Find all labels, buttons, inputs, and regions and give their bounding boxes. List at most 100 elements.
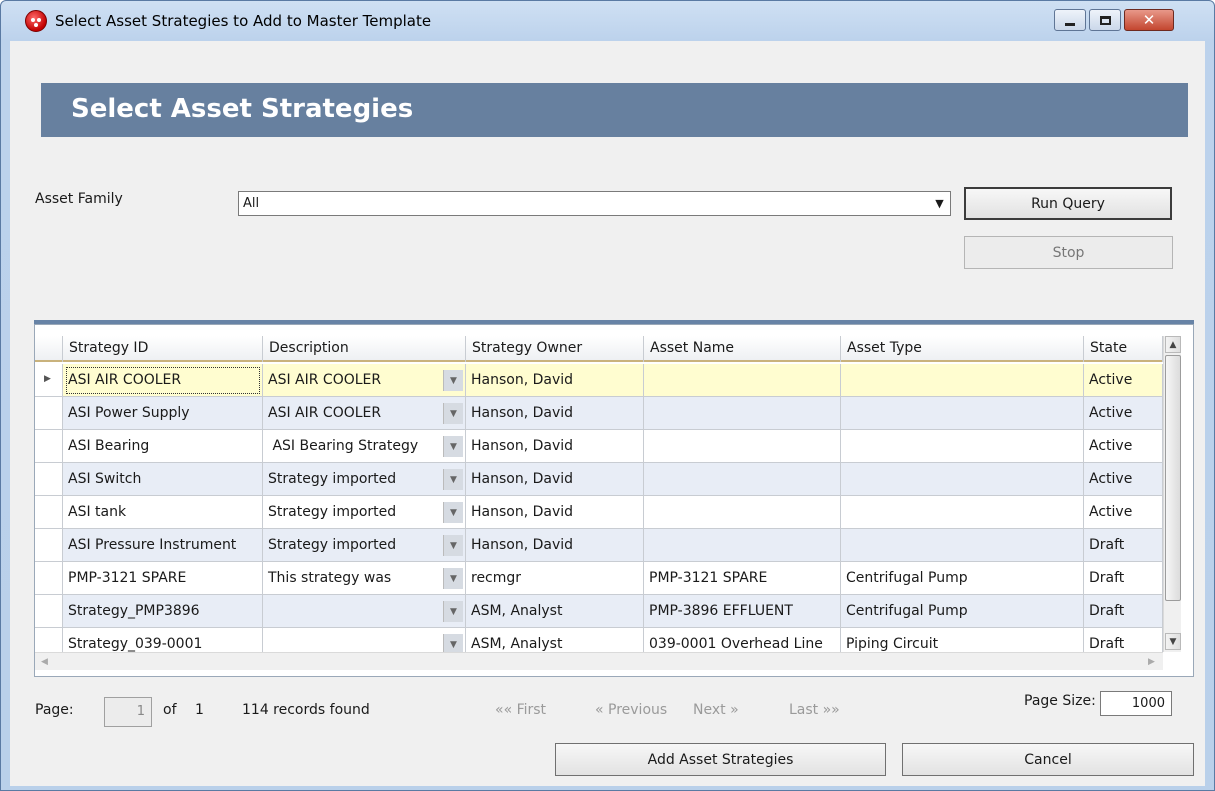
scroll-thumb[interactable]	[1165, 355, 1181, 601]
cell-strategy-owner[interactable]: Hanson, David	[466, 463, 644, 496]
cell-asset-type[interactable]	[841, 529, 1084, 562]
cell-asset-type[interactable]	[841, 496, 1084, 529]
current-page-input[interactable]: 1	[104, 697, 152, 727]
cell-strategy-id[interactable]: ASI Bearing	[63, 430, 263, 463]
maximize-button[interactable]	[1089, 9, 1121, 31]
cell-strategy-id[interactable]: ASI Pressure Instrument	[63, 529, 263, 562]
row-selector[interactable]	[35, 496, 63, 529]
row-selector[interactable]: ▶	[35, 364, 63, 397]
strategies-grid[interactable]: Strategy ID Description Strategy Owner A…	[34, 324, 1194, 677]
row-selector[interactable]	[35, 595, 63, 628]
row-selector[interactable]	[35, 397, 63, 430]
cell-description[interactable]: ASI AIR COOLER ▼	[263, 397, 466, 430]
cell-description[interactable]: ▼	[263, 595, 466, 628]
cell-strategy-owner[interactable]: Hanson, David	[466, 430, 644, 463]
chevron-down-icon[interactable]: ▼	[443, 535, 463, 556]
stop-button[interactable]: Stop	[964, 236, 1173, 269]
scroll-left-icon[interactable]: ◀	[36, 654, 53, 670]
column-header-strategy-owner[interactable]: Strategy Owner	[466, 336, 644, 362]
row-selector[interactable]	[35, 430, 63, 463]
cell-state[interactable]: Active	[1084, 463, 1163, 496]
chevron-down-icon[interactable]: ▼	[931, 195, 948, 212]
next-page-link[interactable]: Next »	[693, 702, 739, 718]
cell-description[interactable]: ASI Bearing Strategy ▼	[263, 430, 466, 463]
cell-asset-name[interactable]	[644, 529, 841, 562]
cell-state[interactable]: Draft	[1084, 595, 1163, 628]
chevron-down-icon[interactable]: ▼	[443, 370, 463, 391]
cell-state[interactable]: Active	[1084, 496, 1163, 529]
cell-description[interactable]: This strategy was ▼	[263, 562, 466, 595]
column-header-asset-name[interactable]: Asset Name	[644, 336, 841, 362]
cell-state[interactable]: Draft	[1084, 562, 1163, 595]
cell-state[interactable]: Active	[1084, 364, 1163, 397]
chevron-down-icon[interactable]: ▼	[443, 403, 463, 424]
first-page-link[interactable]: «« First	[495, 702, 546, 718]
chevron-down-icon[interactable]: ▼	[443, 469, 463, 490]
column-header-asset-type[interactable]: Asset Type	[841, 336, 1084, 362]
table-row[interactable]: ASI Pressure Instrument Strategy importe…	[35, 529, 1163, 562]
cell-state[interactable]: Draft	[1084, 529, 1163, 562]
run-query-button[interactable]: Run Query	[964, 187, 1172, 220]
table-row[interactable]: ASI Bearing ASI Bearing Strategy ▼ Hanson…	[35, 430, 1163, 463]
scroll-down-icon[interactable]: ▼	[1165, 633, 1181, 650]
scroll-up-icon[interactable]: ▲	[1165, 336, 1181, 353]
cell-strategy-id[interactable]: ASI Power Supply	[63, 397, 263, 430]
cell-strategy-id[interactable]: Strategy_PMP3896	[63, 595, 263, 628]
cell-description[interactable]: Strategy imported ▼	[263, 496, 466, 529]
cell-state[interactable]: Active	[1084, 397, 1163, 430]
cell-asset-name[interactable]: PMP-3896 EFFLUENT	[644, 595, 841, 628]
chevron-down-icon[interactable]: ▼	[443, 502, 463, 523]
column-header-strategy-id[interactable]: Strategy ID	[63, 336, 263, 362]
cell-asset-type[interactable]	[841, 397, 1084, 430]
horizontal-scrollbar[interactable]: ◀ ▶	[35, 652, 1163, 670]
asset-family-select[interactable]: All ▼	[238, 191, 951, 216]
cell-strategy-owner[interactable]: Hanson, David	[466, 364, 644, 397]
cell-strategy-id[interactable]: ASI Switch	[63, 463, 263, 496]
close-button[interactable]: ✕	[1124, 9, 1174, 31]
cell-strategy-id[interactable]: ASI AIR COOLER	[63, 364, 263, 397]
row-selector[interactable]	[35, 529, 63, 562]
row-selector[interactable]	[35, 463, 63, 496]
title-bar[interactable]: Select Asset Strategies to Add to Master…	[1, 1, 1214, 41]
cell-asset-name[interactable]	[644, 496, 841, 529]
cancel-button[interactable]: Cancel	[902, 743, 1194, 776]
cell-description[interactable]: ASI AIR COOLER ▼	[263, 364, 466, 397]
minimize-button[interactable]	[1054, 9, 1086, 31]
cell-asset-name[interactable]: PMP-3121 SPARE	[644, 562, 841, 595]
column-header-description[interactable]: Description	[263, 336, 466, 362]
column-header-state[interactable]: State	[1084, 336, 1163, 362]
cell-asset-type[interactable]	[841, 463, 1084, 496]
chevron-down-icon[interactable]: ▼	[443, 436, 463, 457]
cell-strategy-owner[interactable]: Hanson, David	[466, 529, 644, 562]
last-page-link[interactable]: Last »»	[789, 702, 840, 718]
table-row[interactable]: PMP-3121 SPARE This strategy was ▼ recmgr…	[35, 562, 1163, 595]
table-row[interactable]: Strategy_PMP3896 ▼ ASM, Analyst PMP-3896…	[35, 595, 1163, 628]
cell-strategy-owner[interactable]: Hanson, David	[466, 397, 644, 430]
cell-asset-name[interactable]	[644, 430, 841, 463]
cell-strategy-owner[interactable]: ASM, Analyst	[466, 595, 644, 628]
cell-asset-name[interactable]	[644, 364, 841, 397]
cell-asset-type[interactable]	[841, 364, 1084, 397]
cell-description[interactable]: Strategy imported ▼	[263, 529, 466, 562]
table-row[interactable]: ASI tank Strategy imported ▼ Hanson, Davi…	[35, 496, 1163, 529]
cell-asset-type[interactable]	[841, 430, 1084, 463]
chevron-down-icon[interactable]: ▼	[443, 601, 463, 622]
scroll-right-icon[interactable]: ▶	[1143, 654, 1160, 670]
cell-state[interactable]: Active	[1084, 430, 1163, 463]
cell-strategy-id[interactable]: ASI tank	[63, 496, 263, 529]
cell-description[interactable]: Strategy imported ▼	[263, 463, 466, 496]
row-selector[interactable]	[35, 562, 63, 595]
vertical-scrollbar[interactable]: ▲ ▼	[1163, 336, 1181, 652]
table-row[interactable]: ▶ ASI AIR COOLER ASI AIR COOLER ▼ Hanson,…	[35, 364, 1163, 397]
cell-asset-name[interactable]	[644, 397, 841, 430]
cell-strategy-owner[interactable]: Hanson, David	[466, 496, 644, 529]
cell-asset-type[interactable]: Centrifugal Pump	[841, 595, 1084, 628]
cell-asset-type[interactable]: Centrifugal Pump	[841, 562, 1084, 595]
cell-strategy-owner[interactable]: recmgr	[466, 562, 644, 595]
cell-asset-name[interactable]	[644, 463, 841, 496]
table-row[interactable]: ASI Power Supply ASI AIR COOLER ▼ Hanson,…	[35, 397, 1163, 430]
page-size-input[interactable]: 1000	[1100, 691, 1172, 716]
previous-page-link[interactable]: « Previous	[595, 702, 667, 718]
cell-strategy-id[interactable]: PMP-3121 SPARE	[63, 562, 263, 595]
table-row[interactable]: ASI Switch Strategy imported ▼ Hanson, Da…	[35, 463, 1163, 496]
